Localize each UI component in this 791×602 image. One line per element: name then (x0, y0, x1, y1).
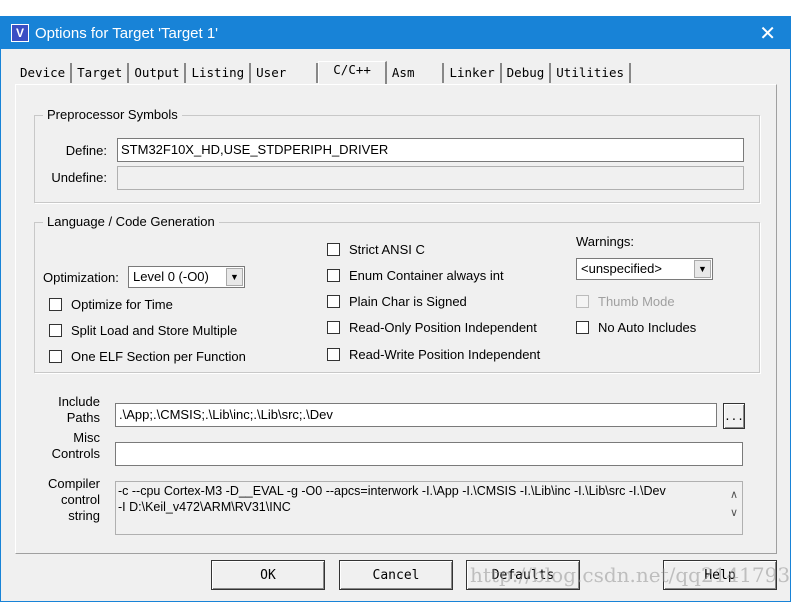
tab-user[interactable]: User (251, 63, 319, 83)
scroll-up-icon[interactable]: ∧ (730, 486, 738, 504)
undefine-label: Undefine: (51, 170, 107, 185)
help-button[interactable]: Help (663, 560, 777, 590)
ok-button[interactable]: OK (211, 560, 325, 590)
split-load-checkbox[interactable]: Split Load and Store Multiple (49, 323, 237, 338)
checkbox-box (49, 324, 62, 337)
language-group: Language / Code Generation Optimization:… (34, 214, 760, 373)
tab-output[interactable]: Output (129, 63, 187, 83)
checkbox-box (576, 295, 589, 308)
checkbox-label: Optimize for Time (71, 297, 173, 312)
warnings-value: <unspecified> (581, 261, 662, 276)
tab-linker[interactable]: Linker (444, 63, 502, 83)
chevron-down-icon: ▼ (694, 260, 711, 278)
include-label-line1: Include (58, 394, 100, 409)
enum-container-checkbox[interactable]: Enum Container always int (327, 268, 504, 283)
compiler-line-2: -I D:\Keil_v472\ARM\RV31\INC (118, 500, 291, 514)
checkbox-label: Split Load and Store Multiple (71, 323, 238, 338)
compiler-line-1: -c --cpu Cortex-M3 -D__EVAL -g -O0 --apc… (118, 484, 666, 498)
compiler-control-string: -c --cpu Cortex-M3 -D__EVAL -g -O0 --apc… (115, 481, 743, 535)
scroll-down-icon[interactable]: ∨ (730, 504, 738, 522)
define-input[interactable]: STM32F10X_HD,USE_STDPERIPH_DRIVER (117, 138, 744, 162)
defaults-button[interactable]: Defaults (466, 560, 580, 590)
warnings-select[interactable]: <unspecified> ▼ (576, 258, 713, 280)
compiler-control-label: Compiler control string (36, 476, 100, 524)
tab-target[interactable]: Target (72, 63, 130, 83)
checkbox-box (49, 298, 62, 311)
language-title: Language / Code Generation (43, 214, 219, 229)
tab-debug[interactable]: Debug (502, 63, 552, 83)
compiler-label-line3: string (68, 508, 100, 523)
misc-label-line1: Misc (73, 430, 100, 445)
misc-controls-label: Misc Controls (36, 430, 100, 462)
chevron-down-icon: ▼ (226, 268, 243, 286)
preprocessor-group: Preprocessor Symbols Define: STM32F10X_H… (34, 107, 760, 203)
strict-ansi-checkbox[interactable]: Strict ANSI C (327, 242, 425, 257)
checkbox-box (49, 350, 62, 363)
optimization-value: Level 0 (-O0) (133, 269, 209, 284)
checkbox-label: Strict ANSI C (349, 242, 425, 257)
checkbox-label: One ELF Section per Function (71, 349, 246, 364)
misc-label-line2: Controls (51, 446, 100, 461)
checkbox-box (327, 243, 340, 256)
optimization-select[interactable]: Level 0 (-O0) ▼ (128, 266, 245, 288)
tab-listing[interactable]: Listing (186, 63, 252, 83)
checkbox-label: Plain Char is Signed (349, 294, 467, 309)
include-paths-label: Include Paths (36, 394, 100, 426)
tab-bar: Device Target Output Listing User C/C++ … (15, 61, 632, 85)
checkbox-label: Enum Container always int (349, 268, 504, 283)
include-label-line2: Paths (66, 410, 100, 425)
checkbox-label: Read-Only Position Independent (349, 320, 537, 335)
rw-pi-checkbox[interactable]: Read-Write Position Independent (327, 347, 540, 362)
checkbox-label: Thumb Mode (598, 294, 675, 309)
one-elf-checkbox[interactable]: One ELF Section per Function (49, 349, 246, 364)
misc-controls-input[interactable] (115, 442, 743, 466)
checkbox-label: Read-Write Position Independent (349, 347, 541, 362)
tab-device[interactable]: Device (15, 63, 73, 83)
checkbox-box (327, 321, 340, 334)
keil-uvision-icon: V (11, 24, 29, 42)
preprocessor-title: Preprocessor Symbols (43, 107, 182, 122)
undefine-input[interactable] (117, 166, 744, 190)
scrollbar[interactable]: ∧ ∨ (730, 486, 738, 522)
tab-asm[interactable]: Asm (387, 63, 445, 83)
checkbox-label: No Auto Includes (598, 320, 697, 335)
no-auto-includes-checkbox[interactable]: No Auto Includes (576, 320, 696, 335)
checkbox-box (327, 348, 340, 361)
compiler-label-line1: Compiler (47, 476, 100, 491)
window-title: Options for Target 'Target 1' (35, 24, 219, 42)
include-paths-input[interactable]: .\App;.\CMSIS;.\Lib\inc;.\Lib\src;.\Dev (115, 403, 717, 427)
checkbox-box (327, 269, 340, 282)
checkbox-box (327, 295, 340, 308)
close-icon[interactable]: ✕ (759, 21, 776, 46)
thumb-mode-checkbox[interactable]: Thumb Mode (576, 294, 675, 309)
optimize-time-checkbox[interactable]: Optimize for Time (49, 297, 173, 312)
plain-char-checkbox[interactable]: Plain Char is Signed (327, 294, 467, 309)
ro-pi-checkbox[interactable]: Read-Only Position Independent (327, 320, 537, 335)
cancel-button[interactable]: Cancel (339, 560, 453, 590)
compiler-label-line2: control (60, 492, 100, 507)
define-label: Define: (65, 143, 107, 158)
title-bar: V Options for Target 'Target 1' ✕ (1, 17, 790, 49)
options-dialog: V Options for Target 'Target 1' ✕ Device… (0, 16, 791, 602)
warnings-label: Warnings: (576, 234, 635, 249)
browse-include-button[interactable]: ... (723, 403, 745, 429)
c-cpp-panel: Preprocessor Symbols Define: STM32F10X_H… (15, 84, 777, 554)
tab-utilities[interactable]: Utilities (551, 63, 632, 83)
optimization-label: Optimization: (43, 270, 119, 285)
checkbox-box (576, 321, 589, 334)
tab-c-cpp[interactable]: C/C++ (318, 61, 387, 85)
